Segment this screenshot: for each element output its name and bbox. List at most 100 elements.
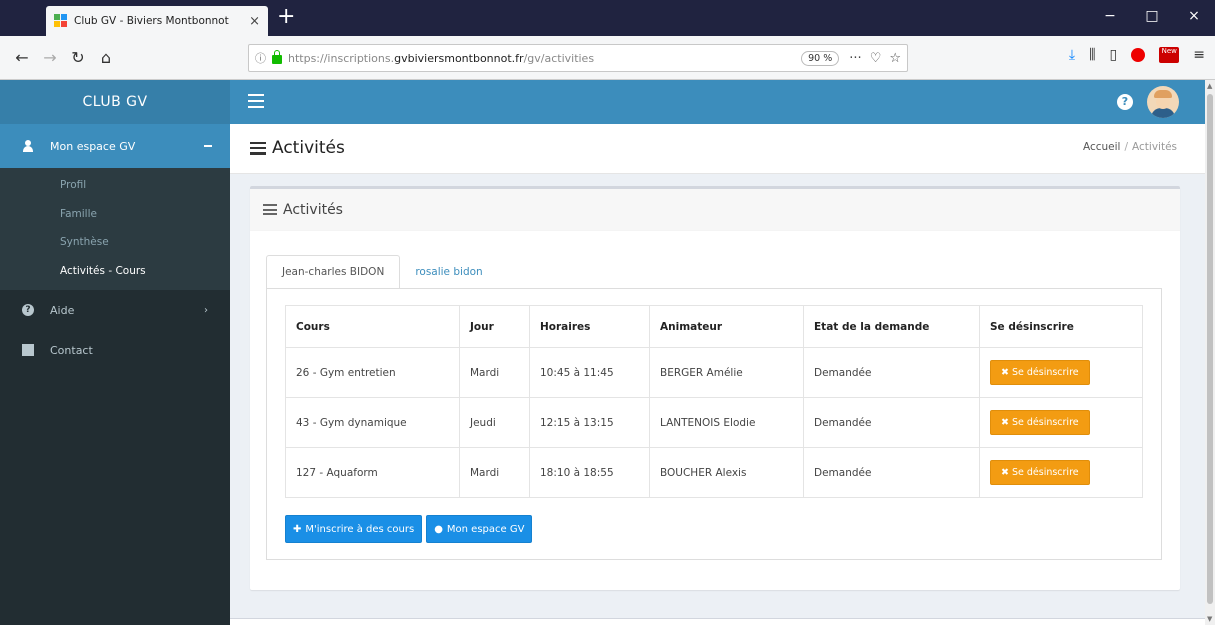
menu-icon[interactable]: ≡ [1193,47,1205,63]
cell-jour: Jeudi [459,397,530,448]
extension-new-icon[interactable]: New [1159,47,1180,63]
cell-cours: 43 - Gym dynamique [285,397,460,448]
new-tab-button[interactable]: + [277,5,295,29]
minimize-button[interactable]: − [1089,0,1131,32]
info-icon[interactable]: ⓘ [255,50,266,66]
question-icon: ? [22,304,34,316]
sidebar-item-label: Aide [50,303,75,317]
cell-horaires: 18:10 à 18:55 [529,447,650,498]
cell-etat: Demandée [803,447,980,498]
user-icon: ● [434,523,443,535]
more-actions-icon[interactable]: ··· [849,51,861,66]
pocket-icon[interactable]: ♡ [870,51,882,66]
sidebar-submenu: Profil Famille Synthèse Activités - Cour… [0,168,230,290]
cell-horaires: 12:15 à 13:15 [529,397,650,448]
sidebar-item-label: Contact [50,343,93,357]
window-controls: − □ × [1089,0,1215,36]
sidebar-item-aide[interactable]: ? Aide › [0,290,230,330]
cell-jour: Mardi [459,347,530,398]
bookmark-star-icon[interactable]: ☆ [889,51,901,66]
app-header: CLUB GV ? [0,80,1205,124]
main-content: Activités Accueil / Activités Activités Je… [230,124,1205,625]
member-tabs: Jean-charles BIDON rosalie bidon [266,255,498,289]
close-icon: ✖ [1001,367,1009,378]
maximize-button[interactable]: □ [1131,0,1173,32]
content-header: Activités Accueil / Activités [230,124,1205,174]
table-row: 127 - Aquaform Mardi 18:10 à 18:55 BOUCH… [285,447,1143,498]
cell-animateur: LANTENOIS Elodie [649,397,804,448]
adblock-icon[interactable] [1131,48,1146,62]
reload-icon[interactable]: ↻ [66,47,90,69]
close-icon: ✖ [1001,417,1009,428]
cell-cours: 26 - Gym entretien [285,347,460,398]
sidebar-item-profil[interactable]: Profil [0,172,230,198]
breadcrumb-home[interactable]: Accueil [1083,141,1121,153]
tab-pane: Cours Jour Horaires Animateur Etat de la… [266,288,1162,560]
column-header: Cours [285,305,460,348]
subscribe-courses-button[interactable]: ✚ M'inscrire à des cours [285,515,423,543]
box-title: Activités [283,201,343,218]
table-row: 43 - Gym dynamique Jeudi 12:15 à 13:15 L… [285,397,1143,448]
cell-jour: Mardi [459,447,530,498]
my-space-button[interactable]: ● Mon espace GV [426,515,533,543]
url-bar[interactable]: ⓘ https://inscriptions.gvbiviersmontbonn… [248,44,908,72]
tab-close-icon[interactable]: × [249,14,260,29]
sidebar-item-contact[interactable]: Contact [0,330,230,370]
sidebar-item-activites[interactable]: Activités - Cours [0,258,230,284]
envelope-icon [22,344,34,356]
download-icon[interactable]: ⤓ [1069,47,1075,63]
unsubscribe-button[interactable]: ✖ Se désinscrire [990,460,1090,485]
unsubscribe-button[interactable]: ✖ Se désinscrire [990,410,1090,435]
scroll-up-icon[interactable]: ▲ [1207,82,1212,90]
brand-logo[interactable]: CLUB GV [0,80,230,124]
sidebar-item-mon-espace[interactable]: Mon espace GV [0,124,230,168]
sidebar-toggle-icon[interactable]: ▯ [1110,47,1118,63]
help-icon[interactable]: ? [1117,94,1133,110]
sidebar-item-label: Mon espace GV [50,139,136,153]
list-icon [250,141,266,155]
sidebar-item-synthese[interactable]: Synthèse [0,229,230,255]
user-avatar[interactable] [1147,86,1179,118]
cell-etat: Demandée [803,347,980,398]
toolbar-right: ⤓ ⫼ ▯ New ≡ [1069,47,1205,63]
tab-rosalie[interactable]: rosalie bidon [400,255,497,289]
browser-tab[interactable]: Club GV - Biviers Montbonnot × [46,6,268,36]
cell-cours: 127 - Aquaform [285,447,460,498]
table-header-row: Cours Jour Horaires Animateur Etat de la… [285,305,1143,348]
sidebar-item-famille[interactable]: Famille [0,201,230,227]
home-icon[interactable]: ⌂ [94,47,118,69]
close-icon: ✖ [1001,467,1009,478]
column-header: Se désinscrire [979,305,1143,348]
library-icon[interactable]: ⫼ [1089,47,1095,63]
forward-arrow-icon[interactable]: → [38,47,62,69]
breadcrumb: Accueil / Activités [1082,141,1177,153]
activities-table: Cours Jour Horaires Animateur Etat de la… [285,305,1143,498]
activities-box: Activités Jean-charles BIDON rosalie bid… [250,186,1180,590]
content-footer [230,618,1205,625]
browser-titlebar: Club GV - Biviers Montbonnot × + − □ × [0,0,1215,36]
action-buttons: ✚ M'inscrire à des cours ● Mon espace GV [285,515,533,543]
unsubscribe-button[interactable]: ✖ Se désinscrire [990,360,1090,385]
user-icon [22,140,34,152]
sidebar: Mon espace GV Profil Famille Synthèse Ac… [0,124,230,625]
page-scrollbar[interactable]: ▲ ▼ [1205,80,1215,625]
tab-jean-charles[interactable]: Jean-charles BIDON [266,255,401,289]
back-arrow-icon[interactable]: ← [10,47,34,69]
url-text[interactable]: https://inscriptions.gvbiviersmontbonnot… [288,52,801,65]
column-header: Etat de la demande [803,305,980,348]
table-row: 26 - Gym entretien Mardi 10:45 à 11:45 B… [285,347,1143,398]
column-header: Jour [459,305,530,348]
column-header: Animateur [649,305,804,348]
close-window-button[interactable]: × [1173,0,1215,32]
hamburger-menu-icon[interactable] [248,94,264,108]
breadcrumb-current: Activités [1132,141,1177,153]
scroll-down-icon[interactable]: ▼ [1207,615,1212,623]
browser-navbar: ← → ↻ ⌂ ⓘ https://inscriptions.gvbiviers… [0,36,1215,80]
zoom-level[interactable]: 90 % [801,50,840,66]
scroll-thumb[interactable] [1207,94,1213,604]
club-favicon-icon [54,14,68,28]
list-icon [263,204,277,215]
url-actions: ··· ♡ ☆ [849,51,901,66]
plus-icon: ✚ [293,523,302,535]
page-title: Activités [250,138,345,158]
